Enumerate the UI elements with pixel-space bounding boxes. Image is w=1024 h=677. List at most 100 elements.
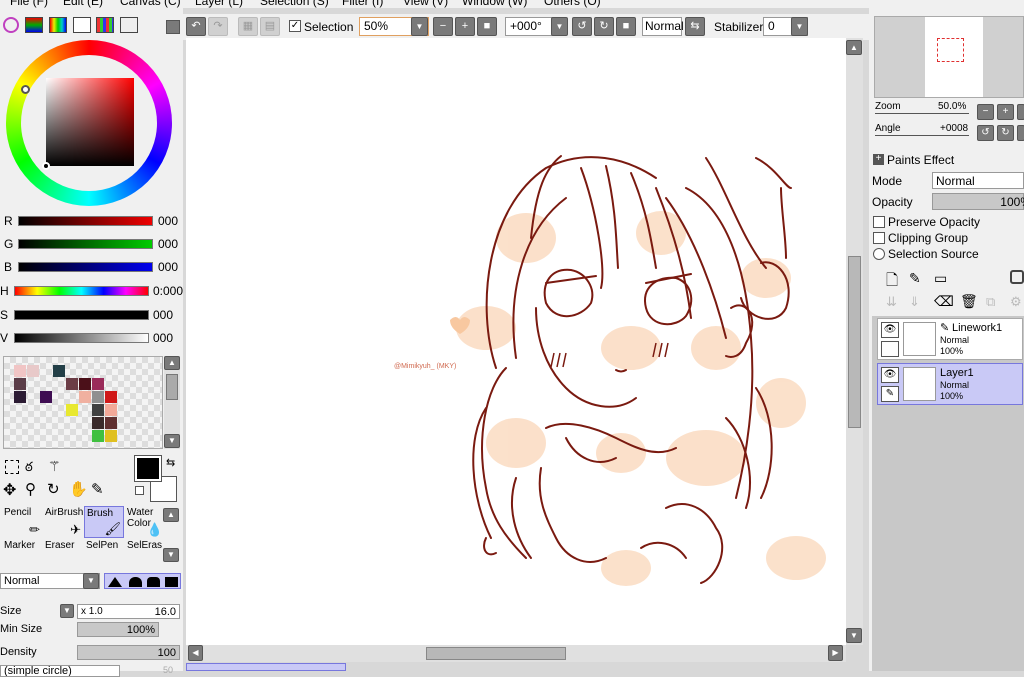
- color-swatch[interactable]: [66, 404, 78, 416]
- zoom-out-icon[interactable]: −: [977, 104, 994, 120]
- color-swatch[interactable]: [40, 404, 52, 416]
- visibility-eye-icon[interactable]: 👁: [881, 322, 899, 338]
- tool-list-scrollbar[interactable]: ▲ ▼: [163, 506, 180, 568]
- color-swatch[interactable]: [105, 365, 117, 377]
- color-swatch[interactable]: [66, 391, 78, 403]
- menu-edit[interactable]: Edit (E): [63, 0, 103, 8]
- color-swatch[interactable]: [79, 391, 91, 403]
- chevron-down-icon[interactable]: ▼: [83, 573, 99, 589]
- slider-v-value[interactable]: 000: [153, 331, 173, 345]
- color-swatch[interactable]: [53, 378, 65, 390]
- layer-edit-brush-icon[interactable]: ✎: [881, 386, 899, 402]
- canvas-vertical-scrollbar[interactable]: ▲ ▼: [846, 38, 863, 645]
- tool-brush[interactable]: Brush 🖌: [84, 506, 124, 538]
- color-swatch[interactable]: [105, 430, 117, 442]
- selection-source-radio[interactable]: [873, 248, 885, 260]
- color-swatch[interactable]: [27, 404, 39, 416]
- swatch-scrollbar[interactable]: ▲ ▼: [164, 356, 180, 449]
- menu-layer[interactable]: Layer (L): [195, 0, 243, 8]
- layer-mode-select[interactable]: Normal: [932, 172, 1024, 189]
- color-swatch[interactable]: [105, 404, 117, 416]
- min-size-slider[interactable]: 100%: [77, 622, 159, 637]
- color-swatch[interactable]: [92, 365, 104, 377]
- delete-layer-icon[interactable]: 🗑: [960, 293, 978, 310]
- layer-settings-icon[interactable]: ⚙: [1010, 294, 1022, 310]
- color-swatch[interactable]: [27, 391, 39, 403]
- color-swatch[interactable]: [40, 417, 52, 429]
- color-swatch[interactable]: [40, 378, 52, 390]
- zoom-out-icon[interactable]: −: [433, 17, 453, 36]
- color-swatch[interactable]: [40, 430, 52, 442]
- color-swatch[interactable]: [27, 365, 39, 377]
- preserve-opacity-checkbox[interactable]: [873, 216, 885, 228]
- angle-select[interactable]: +000°: [505, 17, 555, 36]
- color-swatch[interactable]: [92, 378, 104, 390]
- horizontal-scroll-thumb[interactable]: [426, 647, 566, 660]
- navigator-angle-slider[interactable]: [875, 135, 969, 136]
- deselect-icon[interactable]: ▦: [238, 17, 258, 36]
- slider-r-track[interactable]: [18, 216, 153, 226]
- scratchpad-icon[interactable]: [120, 17, 138, 33]
- navigator-viewport[interactable]: [937, 38, 964, 62]
- brush-texture-select[interactable]: (simple circle): [0, 665, 120, 677]
- new-layer-icon[interactable]: 🗋: [886, 270, 898, 295]
- color-swatch[interactable]: [105, 378, 117, 390]
- document-tab[interactable]: [186, 663, 346, 671]
- color-swatch[interactable]: [40, 391, 52, 403]
- color-swatch[interactable]: [40, 365, 52, 377]
- slider-r-value[interactable]: 000: [158, 214, 178, 228]
- color-swatch[interactable]: [79, 365, 91, 377]
- color-swatch[interactable]: [92, 404, 104, 416]
- transfer-down-icon[interactable]: ⇊: [886, 294, 897, 310]
- color-swatch[interactable]: [14, 365, 26, 377]
- undo-icon[interactable]: ↶: [186, 17, 206, 36]
- visibility-eye-icon[interactable]: 👁: [881, 367, 899, 383]
- rotate-right-icon[interactable]: ↻: [594, 17, 614, 36]
- layer-opacity-slider[interactable]: 100%: [932, 193, 1024, 210]
- color-swatch[interactable]: [105, 417, 117, 429]
- rotate-reset-icon[interactable]: ■: [616, 17, 636, 36]
- slider-b-track[interactable]: [18, 262, 153, 272]
- color-swatch[interactable]: [14, 378, 26, 390]
- zoom-reset-icon[interactable]: ■: [477, 17, 497, 36]
- color-swatch[interactable]: [92, 417, 104, 429]
- color-swatch[interactable]: [27, 378, 39, 390]
- menu-selection[interactable]: Selection (S): [260, 0, 329, 8]
- scroll-left-icon[interactable]: ◀: [188, 645, 203, 661]
- size-multiplier[interactable]: x 1.0: [81, 606, 103, 617]
- swap-colors-icon[interactable]: ⇆: [166, 456, 175, 469]
- zoom-icon[interactable]: ⚲: [25, 480, 36, 498]
- color-swatch[interactable]: [66, 365, 78, 377]
- color-swatch[interactable]: [14, 417, 26, 429]
- rotate-left-icon[interactable]: ↺: [572, 17, 592, 36]
- scroll-up-icon[interactable]: ▲: [846, 40, 862, 55]
- tool-airbrush[interactable]: AirBrush ✈: [43, 506, 83, 538]
- chevron-down-icon[interactable]: ▼: [551, 17, 568, 36]
- brush-shape-flat-icon[interactable]: [165, 577, 178, 587]
- merge-down-icon[interactable]: ⇓: [909, 294, 920, 310]
- color-swatch[interactable]: [53, 417, 65, 429]
- swatch-scroll-thumb[interactable]: [166, 374, 178, 400]
- zoom-in-icon[interactable]: +: [997, 104, 1014, 120]
- saturation-value-square[interactable]: [46, 78, 134, 166]
- rotate-icon[interactable]: ↻: [47, 480, 60, 498]
- menu-window[interactable]: Window (W): [462, 0, 527, 8]
- move-icon[interactable]: ✥: [3, 480, 16, 500]
- color-swatch[interactable]: [79, 417, 91, 429]
- scroll-up-icon[interactable]: ▲: [163, 508, 179, 522]
- brush-blend-select[interactable]: Normal ▼: [0, 573, 100, 589]
- magic-wand-icon[interactable]: ⚚: [48, 458, 61, 475]
- scroll-down-icon[interactable]: ▼: [163, 548, 179, 562]
- tool-selpen[interactable]: SelPen: [84, 539, 124, 571]
- brush-shape-rounded-icon[interactable]: [147, 577, 160, 587]
- paints-effect-label[interactable]: Paints Effect: [887, 153, 954, 167]
- rect-select-icon[interactable]: [5, 460, 19, 474]
- color-swatch[interactable]: [66, 417, 78, 429]
- slider-s-value[interactable]: 000: [153, 308, 173, 322]
- canvas-horizontal-scrollbar[interactable]: ◀ ▶: [186, 645, 846, 662]
- navigator-preview[interactable]: [874, 16, 1024, 98]
- navigator-zoom-slider[interactable]: [875, 113, 969, 114]
- new-linework-layer-icon[interactable]: ✎: [909, 270, 921, 287]
- rotate-right-icon[interactable]: ↻: [997, 125, 1014, 141]
- color-wheel[interactable]: [6, 40, 172, 206]
